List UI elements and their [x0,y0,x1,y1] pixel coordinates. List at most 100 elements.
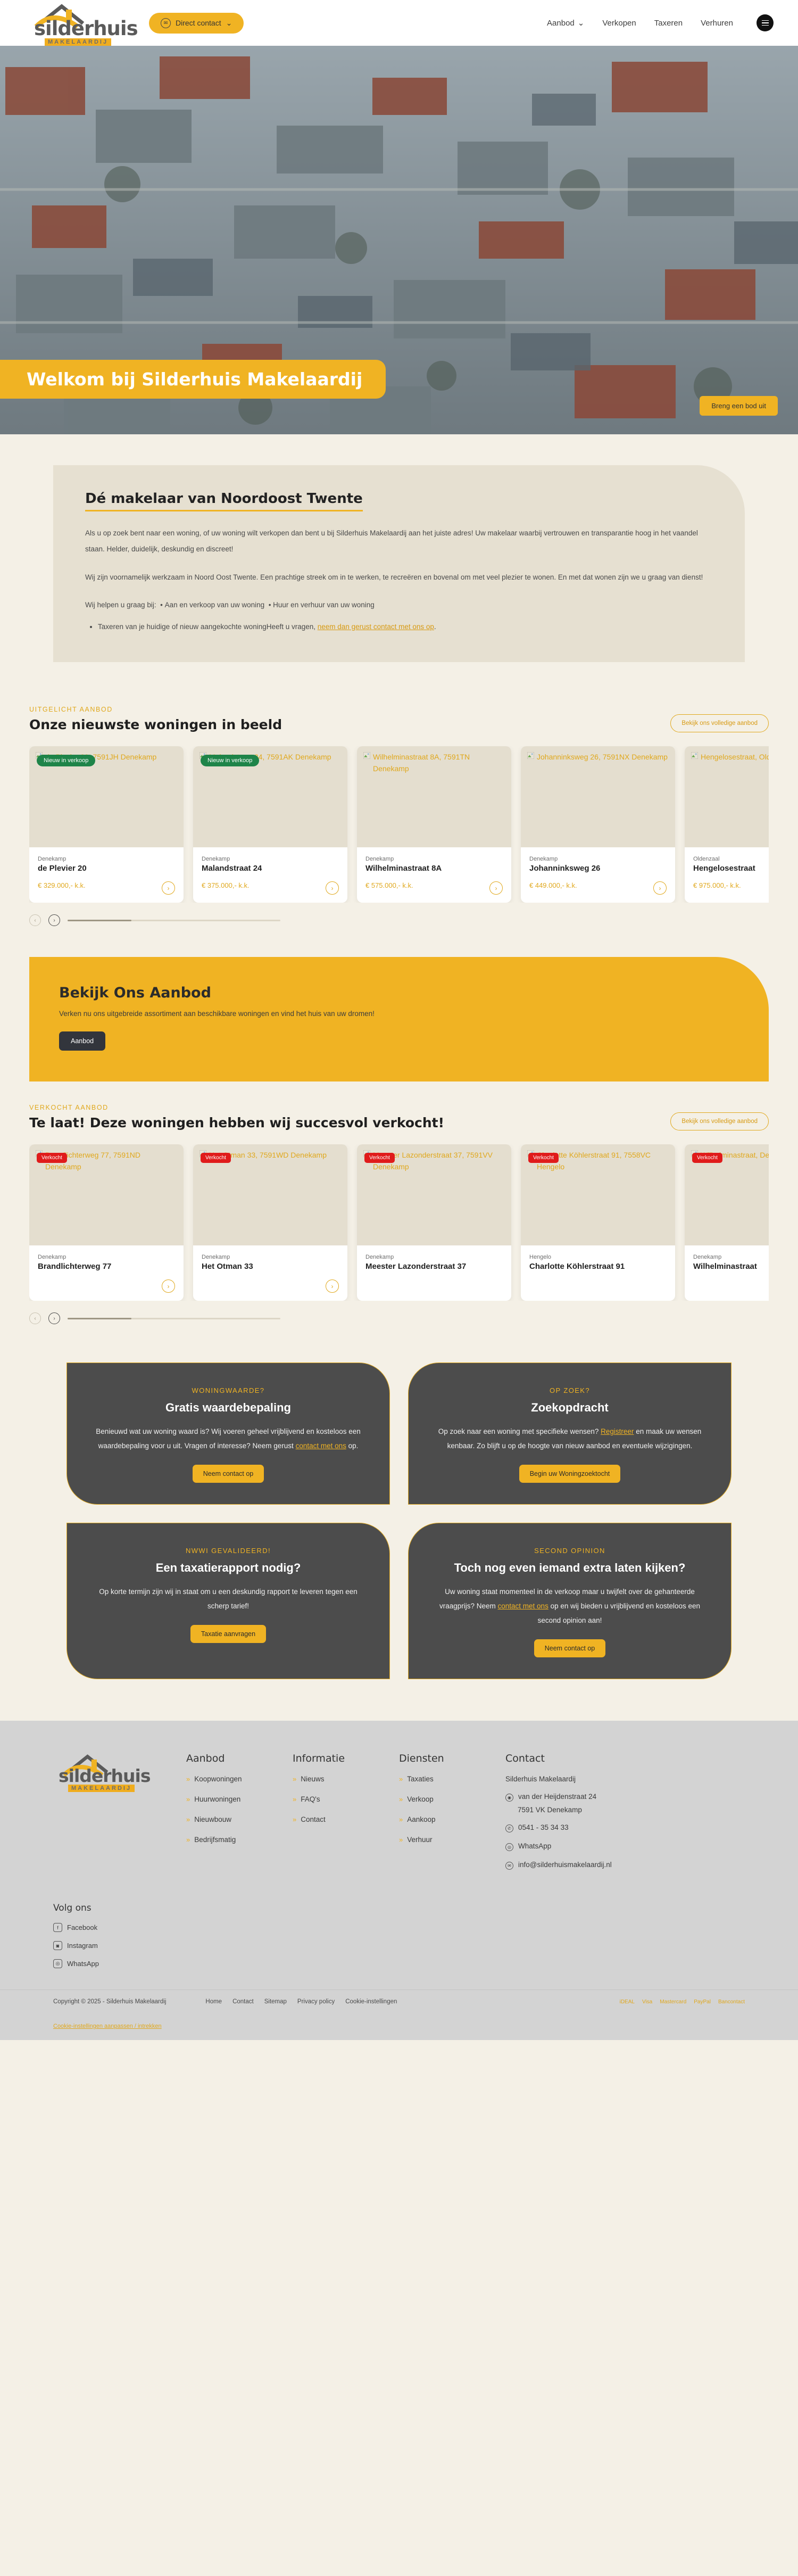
carousel-next-button[interactable]: › [48,914,60,927]
service-button[interactable]: Begin uw Woningzoektocht [519,1465,621,1483]
social-link-whatsapp[interactable]: ◎ WhatsApp [53,1959,745,1969]
footer-street-label: van der Heijdenstraat 24 [518,1793,597,1801]
status-badge: Nieuw in verkoop [201,755,260,767]
service-inline-link[interactable]: contact met ons [498,1602,548,1610]
service-text: Op zoek naar een woning met specifieke w… [433,1424,706,1453]
carousel-scrollbar[interactable] [68,1317,280,1319]
offer-cta-text: Verken nu ons uitgebreide assortiment aa… [59,1010,375,1018]
footer-link-label: Contact [301,1815,326,1824]
property-street: Meester Lazonderstraat 37 [365,1262,467,1272]
footer-email[interactable]: ✉ info@silderhuismakelaardij.nl [505,1861,708,1870]
footer-bottom-link-home[interactable]: Home [205,1999,222,2005]
status-badge: Verkocht [528,1153,559,1163]
featured-eyebrow: UITGELICHT AANBOD [29,706,113,714]
chevron-right-icon[interactable]: › [326,1279,339,1293]
logo-link[interactable]: silderhuis MAKELAARDIJ [24,2,138,46]
property-city: Denekamp [38,856,66,863]
footer-link-aankoop[interactable]: » Aankoop [399,1815,505,1823]
footer-logo-link[interactable]: silderhuis MAKELAARDIJ [53,1753,186,1879]
property-card[interactable]: Wilhelminastraat 8A, 7591TN Denekamp Den… [357,746,511,903]
footer-cookie-consent-link[interactable]: Cookie-instellingen aanpassen / intrekke… [53,2023,162,2029]
chevron-right-icon[interactable]: › [326,881,339,895]
carousel-prev-button[interactable]: ‹ [29,914,41,927]
property-card[interactable]: Nieuw in verkoop Malandstraat 24, 7591AK… [193,746,347,903]
footer-link-label: Koopwoningen [194,1775,242,1784]
carousel-next-button[interactable]: › [48,1312,60,1325]
footer-whatsapp[interactable]: ◎ WhatsApp [505,1842,708,1852]
intro-panel: Dé makelaar van Noordoost Twente Als u o… [53,465,745,663]
carousel-scrollbar[interactable] [68,919,280,921]
payment-icon-bancontact: Bancontact [718,1999,745,2005]
intro-paragraph-2: Wij zijn voornamelijk werkzaam in Noord … [85,573,703,581]
hamburger-menu-icon[interactable] [757,14,774,31]
service-button[interactable]: Neem contact op [192,1465,264,1483]
facebook-icon: f [53,1923,62,1933]
payment-icons: iDEAL Visa Mastercard PayPal Bancontact [620,1999,745,2005]
service-inline-link[interactable]: contact met ons [296,1442,346,1450]
footer-bottom-link-sitemap[interactable]: Sitemap [264,1999,287,2005]
chevron-right-icon: » [186,1836,190,1844]
footer-company-name: Silderhuis Makelaardij [505,1775,708,1783]
property-card[interactable]: Verkocht Charlotte Köhlerstraat 91, 7558… [521,1144,675,1301]
sold-cards-carousel[interactable]: Verkocht Brandlichterweg 77, 7591ND Dene… [29,1144,769,1301]
payment-icon-mastercard: Mastercard [660,1999,687,2005]
property-card[interactable]: Verkocht Wilhelminastraat, Denekamp Dene… [685,1144,769,1301]
chevron-right-icon[interactable]: › [162,881,175,895]
intro-contact-link[interactable]: neem dan gerust contact met ons op [318,623,434,631]
footer-phone[interactable]: ✆ 0541 - 35 34 33 [505,1823,708,1833]
footer-link-huurwoningen[interactable]: » Huurwoningen [186,1795,293,1803]
chevron-right-icon[interactable]: › [162,1279,175,1293]
footer-link-verhuur[interactable]: » Verhuur [399,1836,505,1844]
intro-help-lead: Wij helpen u graag bij: [85,601,156,609]
nav-item-verhuren[interactable]: Verhuren [701,19,733,28]
make-offer-button[interactable]: Breng een bod uit [700,396,778,416]
property-card[interactable]: Hengelosestraat, Oldenzaal Oldenzaal Hen… [685,746,769,903]
footer-link-nieuwbouw[interactable]: » Nieuwbouw [186,1815,293,1823]
hero-section: Welkom bij Silderhuis Makelaardij Breng … [0,46,798,434]
footer-link-nieuws[interactable]: » Nieuws [293,1775,399,1783]
property-image-placeholder: Verkocht Het Otman 33, 7591WD Denekamp [193,1144,347,1246]
direct-contact-button[interactable]: ✉ Direct contact ⌄ [149,12,244,34]
nav-item-taxeren[interactable]: Taxeren [654,19,683,28]
social-link-instagram[interactable]: ◙ Instagram [53,1941,745,1951]
chevron-right-icon[interactable]: › [489,881,503,895]
offer-cta-button[interactable]: Aanbod [59,1031,106,1051]
service-text: Benieuwd wat uw woning waard is? Wij voe… [92,1424,365,1453]
footer-link-taxaties[interactable]: » Taxaties [399,1775,505,1783]
footer-column-title: Aanbod [186,1753,225,1765]
offer-cta-section: Bekijk Ons Aanbod Verken nu ons uitgebre… [29,957,769,1082]
sold-view-all-button[interactable]: Bekijk ons volledige aanbod [670,1112,769,1131]
nav-label: Taxeren [654,18,683,28]
footer-link-verkoop[interactable]: » Verkoop [399,1795,505,1803]
footer-bottom-link-contact[interactable]: Contact [232,1999,254,2005]
footer-link-label: Bedrijfsmatig [194,1836,236,1844]
carousel-prev-button[interactable]: ‹ [29,1312,41,1325]
footer-bottom-link-cookie-settings[interactable]: Cookie-instellingen [345,1999,397,2005]
footer-link-contact[interactable]: » Contact [293,1815,399,1823]
property-card[interactable]: Nieuw in verkoop de Plevier 20, 7591JH D… [29,746,184,903]
property-card[interactable]: Verkocht Meester Lazonderstraat 37, 7591… [357,1144,511,1301]
social-link-facebook[interactable]: f Facebook [53,1923,745,1933]
service-inline-link[interactable]: Registreer [601,1427,634,1435]
nav-item-verkopen[interactable]: Verkopen [602,19,636,28]
service-button[interactable]: Taxatie aanvragen [190,1625,267,1644]
property-image-alt: Hengelosestraat, Oldenzaal [701,753,769,762]
service-eyebrow: WONINGWAARDE? [192,1386,265,1395]
footer-link-faqs[interactable]: » FAQ's [293,1795,399,1803]
property-city: Denekamp [365,856,394,863]
footer-link-koopwoningen[interactable]: » Koopwoningen [186,1775,293,1783]
footer-column-title: Contact [505,1753,545,1765]
featured-view-all-button[interactable]: Bekijk ons volledige aanbod [670,714,769,733]
property-card[interactable]: Johanninksweg 26, 7591NX Denekamp Deneka… [521,746,675,903]
footer-link-bedrijfsmatig[interactable]: » Bedrijfsmatig [186,1836,293,1844]
property-street: de Plevier 20 [38,864,87,873]
property-card[interactable]: Verkocht Het Otman 33, 7591WD Denekamp D… [193,1144,347,1301]
logo-subtitle: MAKELAARDIJ [45,38,112,46]
service-button[interactable]: Neem contact op [534,1639,606,1658]
property-card[interactable]: Verkocht Brandlichterweg 77, 7591ND Dene… [29,1144,184,1301]
property-city: Hengelo [529,1254,551,1261]
chevron-right-icon[interactable]: › [653,881,667,895]
footer-bottom-link-privacy[interactable]: Privacy policy [297,1999,335,2005]
nav-item-aanbod[interactable]: Aanbod ⌄ [547,18,584,28]
featured-cards-carousel[interactable]: Nieuw in verkoop de Plevier 20, 7591JH D… [29,746,769,903]
